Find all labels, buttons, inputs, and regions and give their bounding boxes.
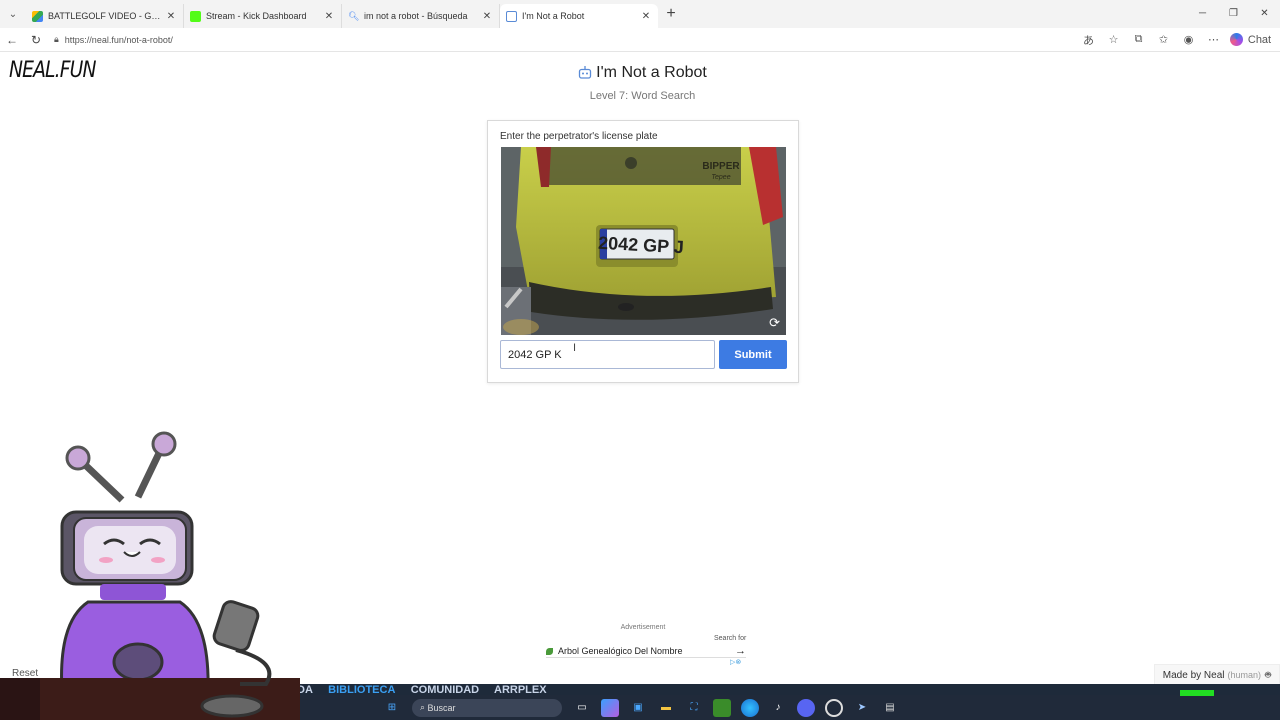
tab-title: I'm Not a Robot — [522, 11, 585, 21]
ad-link-text: Arbol Genealógico Del Nombre — [558, 646, 683, 656]
translate-icon[interactable]: あ — [1076, 32, 1101, 48]
steam-icon[interactable]: ➤ — [853, 699, 871, 717]
ad-choices-icon[interactable]: ▷⊗ — [730, 658, 741, 666]
ad-link[interactable]: Arbol Genealógico Del Nombre → — [546, 645, 746, 658]
robot-emoji-icon: 🤖︎ — [1265, 670, 1271, 681]
streamer-robot-avatar — [40, 431, 300, 720]
refresh-icon[interactable]: ⟳ — [769, 315, 780, 331]
page-title-row: I'm Not a Robot — [578, 64, 707, 82]
made-by-badge[interactable]: Made by Neal (human) 🤖︎ — [1153, 664, 1280, 686]
task-view-icon[interactable]: ▭ — [573, 699, 591, 717]
close-tab-icon[interactable]: ✕ — [323, 11, 335, 22]
close-tab-icon[interactable]: ✕ — [640, 11, 652, 22]
reload-icon[interactable]: ↻ — [24, 33, 48, 47]
chrome-icon[interactable] — [825, 698, 843, 717]
van-brand: BIPPER — [702, 161, 740, 172]
search-icon: ⌕ — [420, 702, 428, 712]
made-by-text: Made by Neal — [1162, 669, 1225, 681]
copilot-chat-button[interactable]: Chat — [1226, 33, 1272, 46]
browser-tab-bar: ⌄ BATTLEGOLF VIDEO - Google Drive ✕ Stre… — [0, 0, 1280, 28]
close-window-icon[interactable]: ✕ — [1249, 0, 1280, 28]
tab-title: Stream - Kick Dashboard — [206, 11, 307, 21]
arrow-right-icon: → — [735, 645, 746, 657]
ad-search-for: Search for — [714, 635, 747, 642]
robot-icon — [579, 66, 592, 79]
taskbar-search-label: Buscar — [427, 702, 456, 713]
status-indicator — [1180, 690, 1214, 696]
favorites-icon[interactable]: ✩ — [1151, 33, 1176, 46]
tab-kick-dashboard[interactable]: Stream - Kick Dashboard ✕ — [184, 4, 342, 28]
close-tab-icon[interactable]: ✕ — [165, 11, 177, 22]
captcha-instruction: Enter the perpetrator's license plate — [500, 131, 658, 142]
lock-icon: 🔒︎ — [54, 34, 59, 44]
store-icon[interactable]: ⛶ — [685, 699, 703, 717]
tab-title: BATTLEGOLF VIDEO - Google Drive — [48, 11, 165, 21]
tab-not-a-robot[interactable]: I'm Not a Robot ✕ — [500, 4, 658, 28]
text-cursor-icon: I — [573, 342, 577, 354]
profile-icon[interactable]: ◉ — [1176, 33, 1201, 46]
ad-label: Advertisement — [620, 624, 666, 631]
app-icon[interactable]: ▤ — [881, 699, 899, 717]
windows-taskbar: ⊞ ⌕ Buscar ▭ ▣ ▬ ⛶ ♪ ➤ ▤ — [297, 695, 1280, 720]
taskbar-search[interactable]: ⌕ Buscar — [412, 698, 562, 717]
minecraft-icon[interactable] — [713, 698, 731, 717]
edge-icon[interactable] — [741, 698, 759, 717]
google-drive-icon — [32, 10, 43, 22]
url-text: https://neal.fun/not-a-robot/ — [64, 34, 173, 45]
widgets-icon[interactable]: ▣ — [629, 699, 647, 717]
van-model: Tepee — [711, 174, 730, 181]
file-explorer-icon[interactable]: ▬ — [657, 699, 675, 717]
new-tab-button[interactable]: + — [658, 5, 684, 23]
tab-list-dropdown-icon[interactable]: ⌄ — [0, 0, 26, 28]
level-subtitle: Level 7: Word Search — [589, 90, 696, 102]
favorite-star-icon[interactable]: ☆ — [1101, 33, 1126, 46]
extensions-icon[interactable]: ⧉ — [1126, 33, 1151, 46]
page-header: I'm Not a Robot Level 7: Word Search — [0, 64, 1280, 102]
search-icon: 🔍︎ — [348, 10, 360, 21]
human-tag: (human) — [1227, 670, 1261, 680]
maximize-icon[interactable]: ❐ — [1218, 0, 1249, 28]
windows-start-icon[interactable]: ⊞ — [383, 699, 401, 717]
more-icon[interactable]: ⋯ — [1201, 33, 1226, 46]
license-plate-photo: 2042 GP J BIPPER Tepee ⟳ — [501, 147, 786, 335]
copilot-icon — [1230, 33, 1243, 46]
captcha-card: Enter the perpetrator's license plate 20… — [487, 120, 799, 383]
tab-search[interactable]: 🔍︎ im not a robot - Búsqueda ✕ — [342, 4, 500, 28]
url-field[interactable]: 🔒︎ https://neal.fun/not-a-robot/ — [54, 34, 1076, 45]
chat-label: Chat — [1247, 33, 1272, 46]
back-icon[interactable]: ← — [0, 33, 24, 47]
license-plate-input[interactable] — [500, 340, 715, 369]
close-tab-icon[interactable]: ✕ — [481, 11, 493, 22]
robot-icon — [506, 10, 517, 22]
tiktok-icon[interactable]: ♪ — [769, 699, 787, 717]
minimize-icon[interactable]: ─ — [1187, 0, 1218, 28]
kick-icon — [190, 10, 201, 22]
address-bar: ← ↻ 🔒︎ https://neal.fun/not-a-robot/ あ ☆… — [0, 28, 1280, 52]
window-controls: ─ ❐ ✕ — [1187, 0, 1280, 28]
tab-google-drive[interactable]: BATTLEGOLF VIDEO - Google Drive ✕ — [26, 4, 184, 28]
discord-icon[interactable] — [797, 698, 815, 717]
copilot-icon[interactable] — [601, 698, 619, 717]
page-title: I'm Not a Robot — [596, 64, 707, 81]
browser-toolbar: あ ☆ ⧉ ✩ ◉ ⋯ Chat — [1076, 32, 1272, 48]
submit-button[interactable]: Submit — [719, 340, 787, 369]
leaf-icon — [546, 647, 553, 655]
tab-title: im not a robot - Búsqueda — [364, 11, 468, 21]
